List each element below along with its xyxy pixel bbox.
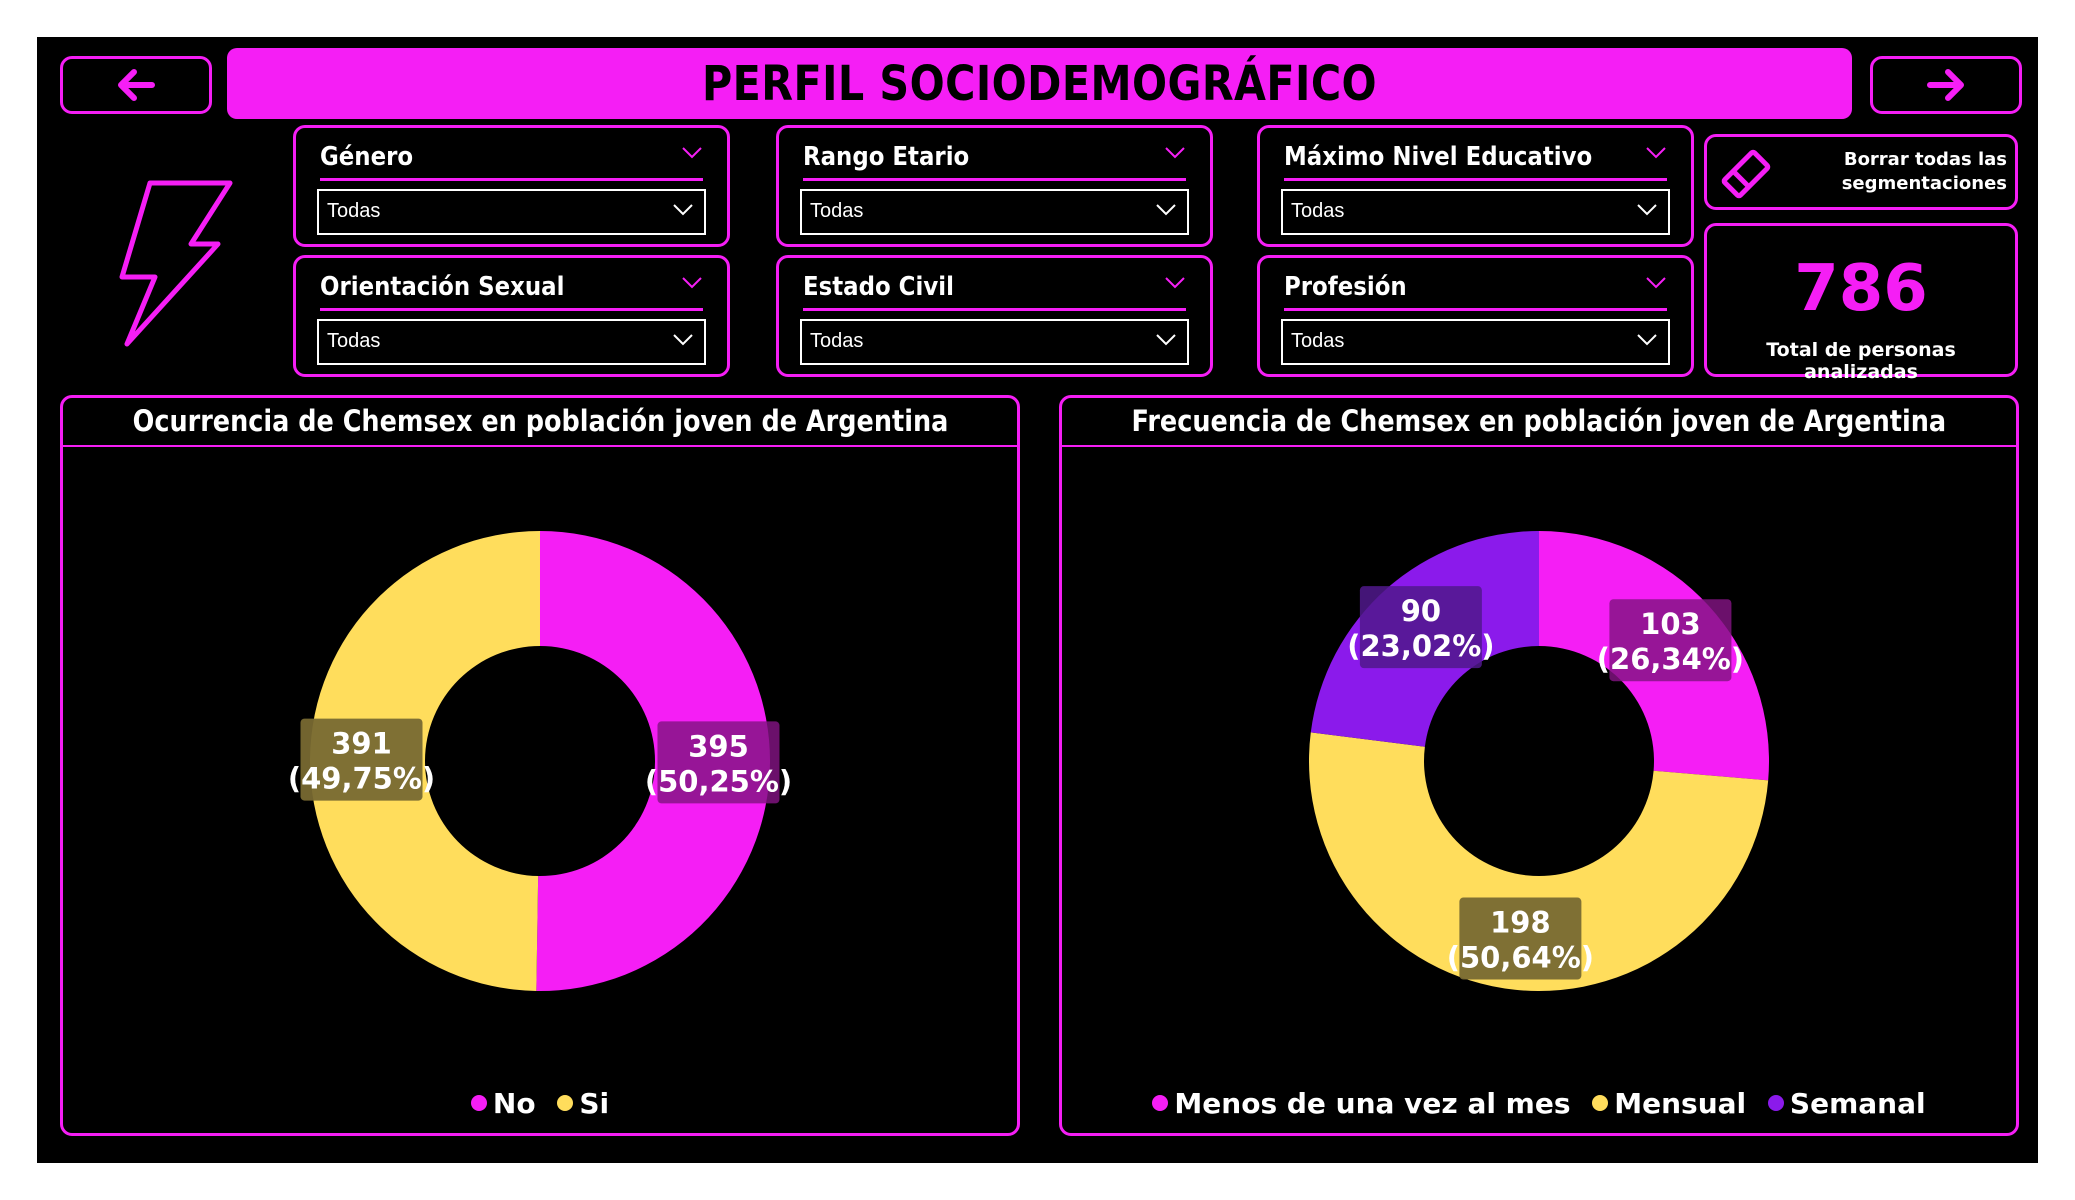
chevron-down-icon[interactable] (1645, 146, 1667, 160)
filter-dropdown[interactable]: Todas (1281, 189, 1670, 235)
data-label-percent: (50,25%) (645, 764, 792, 798)
data-label-percent: (49,75%) (288, 762, 435, 796)
divider (1284, 178, 1667, 181)
data-label-percent: (23,02%) (1347, 629, 1494, 663)
chart-title: Frecuencia de Chemsex en población joven… (1131, 404, 1947, 438)
data-label-value: 90 (1401, 594, 1441, 628)
legend-item-mensual[interactable]: Mensual (1592, 1087, 1746, 1120)
legend-item-no[interactable]: No (470, 1087, 536, 1120)
chevron-down-icon[interactable] (1164, 146, 1186, 160)
chevron-down-icon[interactable] (681, 276, 703, 290)
filter-nivel-educativo[interactable]: Máximo Nivel Educativo Todas (1257, 125, 1694, 247)
filter-label: Género (320, 142, 414, 172)
divider (803, 308, 1186, 311)
donut-chart-frecuencia: 103(26,34%) 198(50,64%) 90(23,02%) (1308, 531, 1769, 992)
data-label-value: 198 (1490, 906, 1551, 940)
filter-value: Todas (327, 330, 381, 352)
legend-dot (1767, 1095, 1784, 1111)
data-label: 198(50,64%) (1447, 897, 1594, 980)
arrow-left-icon (118, 69, 155, 101)
kpi-card: 786 Total de personas analizadas (1704, 223, 2018, 383)
filter-value: Todas (1291, 200, 1345, 222)
filter-estado-civil[interactable]: Estado Civil Todas (776, 255, 1213, 377)
chevron-down-icon[interactable] (1645, 276, 1667, 290)
chart-panel-ocurrencia: Ocurrencia de Chemsex en población joven… (60, 395, 1020, 1136)
filter-label: Máximo Nivel Educativo (1284, 142, 1593, 172)
filter-dropdown[interactable]: Todas (1281, 319, 1670, 365)
filter-value: Todas (327, 200, 381, 222)
filter-value: Todas (1291, 330, 1345, 352)
legend-dot (557, 1095, 574, 1111)
donut-chart-ocurrencia: 395(50,25%) 391(49,75%) (288, 531, 792, 992)
filter-label: Estado Civil (803, 272, 954, 302)
filter-label: Profesión (1284, 272, 1407, 302)
filter-label: Orientación Sexual (320, 272, 565, 302)
data-label-percent: (26,34%) (1597, 642, 1744, 676)
filter-dropdown[interactable]: Todas (800, 319, 1189, 365)
page-title-bar: PERFIL SOCIODEMOGRÁFICO (227, 48, 1852, 119)
filter-label: Rango Etario (803, 142, 970, 172)
kpi-label: Total de personas analizadas (1766, 339, 1956, 383)
chevron-down-icon (1156, 204, 1176, 216)
legend-item-menos-de-una-vez[interactable]: Menos de una vez al mes (1152, 1087, 1571, 1120)
report-canvas: PERFIL SOCIODEMOGRÁFICO Género Todas Ran… (37, 37, 2038, 1163)
data-label-value: 103 (1640, 607, 1701, 641)
clear-filters-button[interactable]: Borrar todas las segmentaciones (1704, 134, 2018, 210)
kpi-value: 786 (1794, 252, 1928, 326)
arrow-right-icon (1927, 69, 1964, 101)
filter-rango-etario[interactable]: Rango Etario Todas (776, 125, 1213, 247)
data-label-value: 391 (331, 727, 392, 761)
filter-profesion[interactable]: Profesión Todas (1257, 255, 1694, 377)
divider (320, 178, 703, 181)
chevron-down-icon (1156, 334, 1176, 346)
data-label: 395(50,25%) (645, 721, 792, 804)
filter-dropdown[interactable]: Todas (317, 189, 706, 235)
chart-legend: No Si (63, 1085, 1017, 1120)
clear-filters-label: Borrar todas las segmentaciones (1841, 149, 2007, 194)
eraser-icon (1721, 149, 1771, 199)
filter-orientacion-sexual[interactable]: Orientación Sexual Todas (293, 255, 730, 377)
data-label: 103(26,34%) (1597, 599, 1744, 682)
chevron-down-icon (673, 334, 693, 346)
chevron-down-icon (673, 204, 693, 216)
data-label: 90(23,02%) (1347, 586, 1495, 669)
lightning-bolt-icon (119, 180, 233, 347)
legend-item-semanal[interactable]: Semanal (1767, 1087, 1926, 1120)
filter-value: Todas (810, 200, 864, 222)
filter-dropdown[interactable]: Todas (800, 189, 1189, 235)
divider (803, 178, 1186, 181)
legend-item-si[interactable]: Si (557, 1087, 609, 1120)
filter-value: Todas (810, 330, 864, 352)
legend-dot (1592, 1095, 1609, 1111)
filter-dropdown[interactable]: Todas (317, 319, 706, 365)
legend-dot (1152, 1095, 1169, 1111)
divider (1284, 308, 1667, 311)
chart-panel-frecuencia: Frecuencia de Chemsex en población joven… (1059, 395, 2019, 1136)
page-title: PERFIL SOCIODEMOGRÁFICO (701, 55, 1378, 112)
data-label-percent: (50,64%) (1447, 941, 1594, 975)
chevron-down-icon[interactable] (681, 146, 703, 160)
filter-genero[interactable]: Género Todas (293, 125, 730, 247)
divider (320, 308, 703, 311)
chevron-down-icon (1637, 204, 1657, 216)
legend-dot (470, 1095, 487, 1111)
chevron-down-icon[interactable] (1164, 276, 1186, 290)
chevron-down-icon (1637, 334, 1657, 346)
back-button[interactable] (60, 56, 212, 114)
forward-button[interactable] (1870, 56, 2022, 114)
data-label-value: 395 (688, 729, 749, 763)
data-label: 391(49,75%) (288, 718, 435, 801)
chart-legend: Menos de una vez al mes Mensual Semanal (1062, 1085, 2016, 1120)
chart-title: Ocurrencia de Chemsex en población joven… (132, 404, 948, 438)
